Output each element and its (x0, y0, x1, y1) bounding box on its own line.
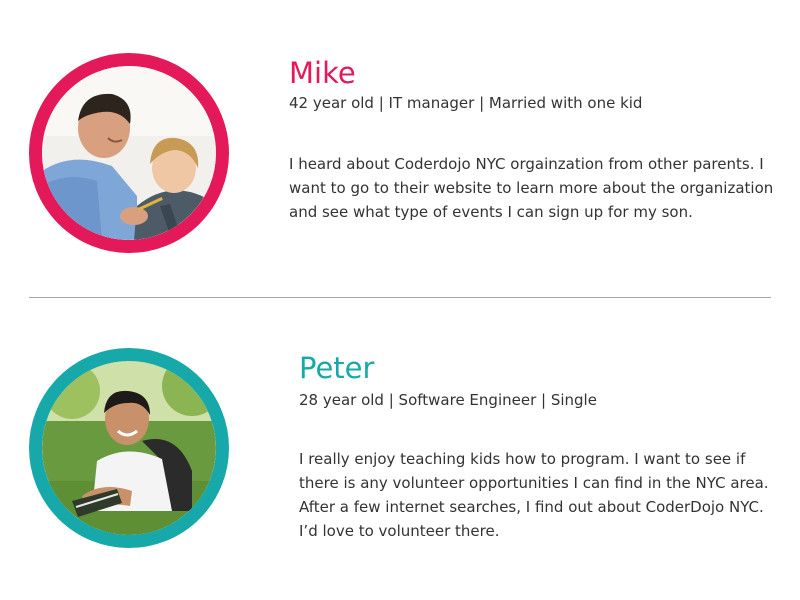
persona-card-peter: Peter 28 year old | Software Engineer | … (0, 300, 800, 600)
persona-story: I heard about Coderdojo NYC orgainzation… (289, 155, 774, 221)
persona-story: I really enjoy teaching kids how to prog… (299, 450, 769, 540)
persona-details: 42 year old | IT manager | Married with … (289, 94, 643, 112)
persona-name: Mike (289, 56, 356, 90)
persona-name: Peter (299, 351, 375, 385)
avatar-mike (29, 53, 229, 253)
photo-student-on-grass (42, 361, 216, 535)
persona-details: 28 year old | Software Engineer | Single (299, 391, 597, 409)
section-divider (29, 297, 771, 298)
avatar-peter (29, 348, 229, 548)
persona-card-mike: Mike 42 year old | IT manager | Married … (0, 0, 800, 298)
photo-father-and-son (42, 66, 216, 240)
